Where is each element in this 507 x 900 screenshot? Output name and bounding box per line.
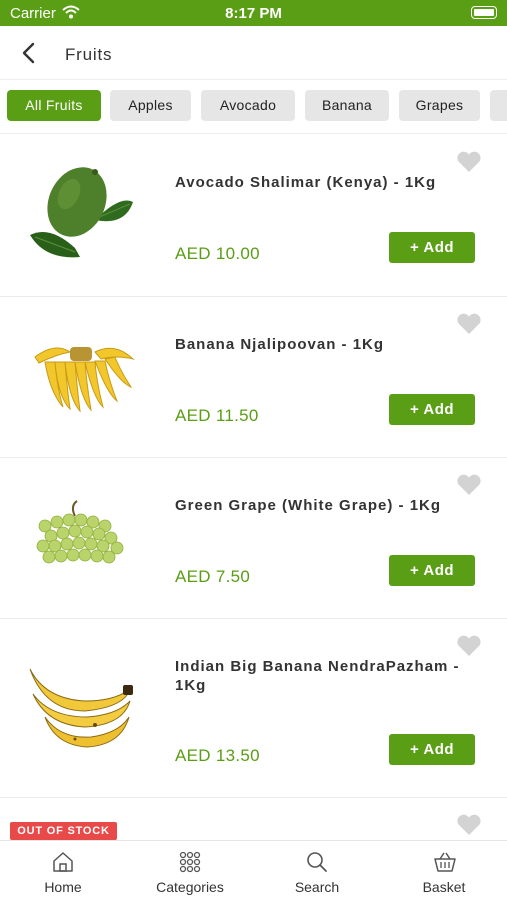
page-title: Fruits <box>65 45 113 64</box>
tab-home-label: Home <box>44 879 82 895</box>
favorite-heart-icon[interactable] <box>456 474 482 496</box>
basket-icon <box>434 852 456 872</box>
status-bar: Carrier 8:17 PM <box>0 0 507 26</box>
banana-bunch-image <box>34 347 135 413</box>
nav-bar: Fruits <box>0 26 507 80</box>
tab-search[interactable]: Search <box>254 841 380 900</box>
filter-chip-all-fruits[interactable]: All Fruits <box>7 90 101 121</box>
product-price: AED 10.00 <box>175 244 260 263</box>
product-price: AED 13.50 <box>175 746 260 765</box>
tab-basket-label: Basket <box>422 879 466 895</box>
tab-categories-label: Categories <box>156 879 224 895</box>
big-banana-image <box>29 668 133 748</box>
favorite-heart-icon[interactable] <box>456 151 482 173</box>
filter-chip-banana[interactable]: Banana <box>305 90 389 121</box>
product-item[interactable]: Avocado Shalimar (Kenya) - 1Kg AED 10.00… <box>0 135 507 297</box>
product-item[interactable]: Green Grape (White Grape) - 1Kg AED 7.50… <box>0 458 507 619</box>
tab-categories[interactable]: Categories <box>127 841 253 900</box>
category-filter-bar: All Fruits Apples Avocado Banana Grapes <box>0 80 507 134</box>
product-name[interactable]: Green Grape (White Grape) - 1Kg <box>175 496 475 515</box>
back-button[interactable] <box>18 40 42 66</box>
green-grapes-image <box>36 500 124 564</box>
bottom-tab-bar: Home Categories Search Basket <box>0 840 507 900</box>
home-icon <box>53 852 73 872</box>
product-item[interactable]: Banana Njalipoovan - 1Kg AED 11.50 + Add <box>0 297 507 458</box>
product-list: Avocado Shalimar (Kenya) - 1Kg AED 10.00… <box>0 135 507 840</box>
product-price: AED 7.50 <box>175 567 251 586</box>
product-price: AED 11.50 <box>175 406 259 425</box>
avocado-image <box>30 167 133 258</box>
add-to-basket-button[interactable]: + Add <box>389 232 475 263</box>
filter-chip-apples[interactable]: Apples <box>110 90 191 121</box>
product-name[interactable]: Avocado Shalimar (Kenya) - 1Kg <box>175 173 475 192</box>
filter-chip-more[interactable] <box>490 90 507 121</box>
filter-chip-grapes[interactable]: Grapes <box>399 90 480 121</box>
tab-search-label: Search <box>294 879 340 895</box>
tab-home[interactable]: Home <box>0 841 126 900</box>
grid-icon <box>179 851 201 873</box>
add-to-basket-button[interactable]: + Add <box>389 734 475 765</box>
favorite-heart-icon[interactable] <box>456 313 482 335</box>
battery-icon <box>471 6 497 19</box>
filter-chip-avocado[interactable]: Avocado <box>201 90 295 121</box>
product-name[interactable]: Indian Big Banana NendraPazham - 1Kg <box>175 657 475 695</box>
product-name[interactable]: Banana Njalipoovan - 1Kg <box>175 335 475 354</box>
tab-basket[interactable]: Basket <box>381 841 507 900</box>
favorite-heart-icon[interactable] <box>456 814 482 836</box>
product-item[interactable]: OUT OF STOCK <box>0 798 507 840</box>
product-item[interactable]: Indian Big Banana NendraPazham - 1Kg AED… <box>0 619 507 798</box>
clock: 8:17 PM <box>225 5 282 22</box>
search-icon <box>307 852 327 872</box>
add-to-basket-button[interactable]: + Add <box>389 394 475 425</box>
out-of-stock-badge: OUT OF STOCK <box>10 822 117 840</box>
add-to-basket-button[interactable]: + Add <box>389 555 475 586</box>
favorite-heart-icon[interactable] <box>456 635 482 657</box>
